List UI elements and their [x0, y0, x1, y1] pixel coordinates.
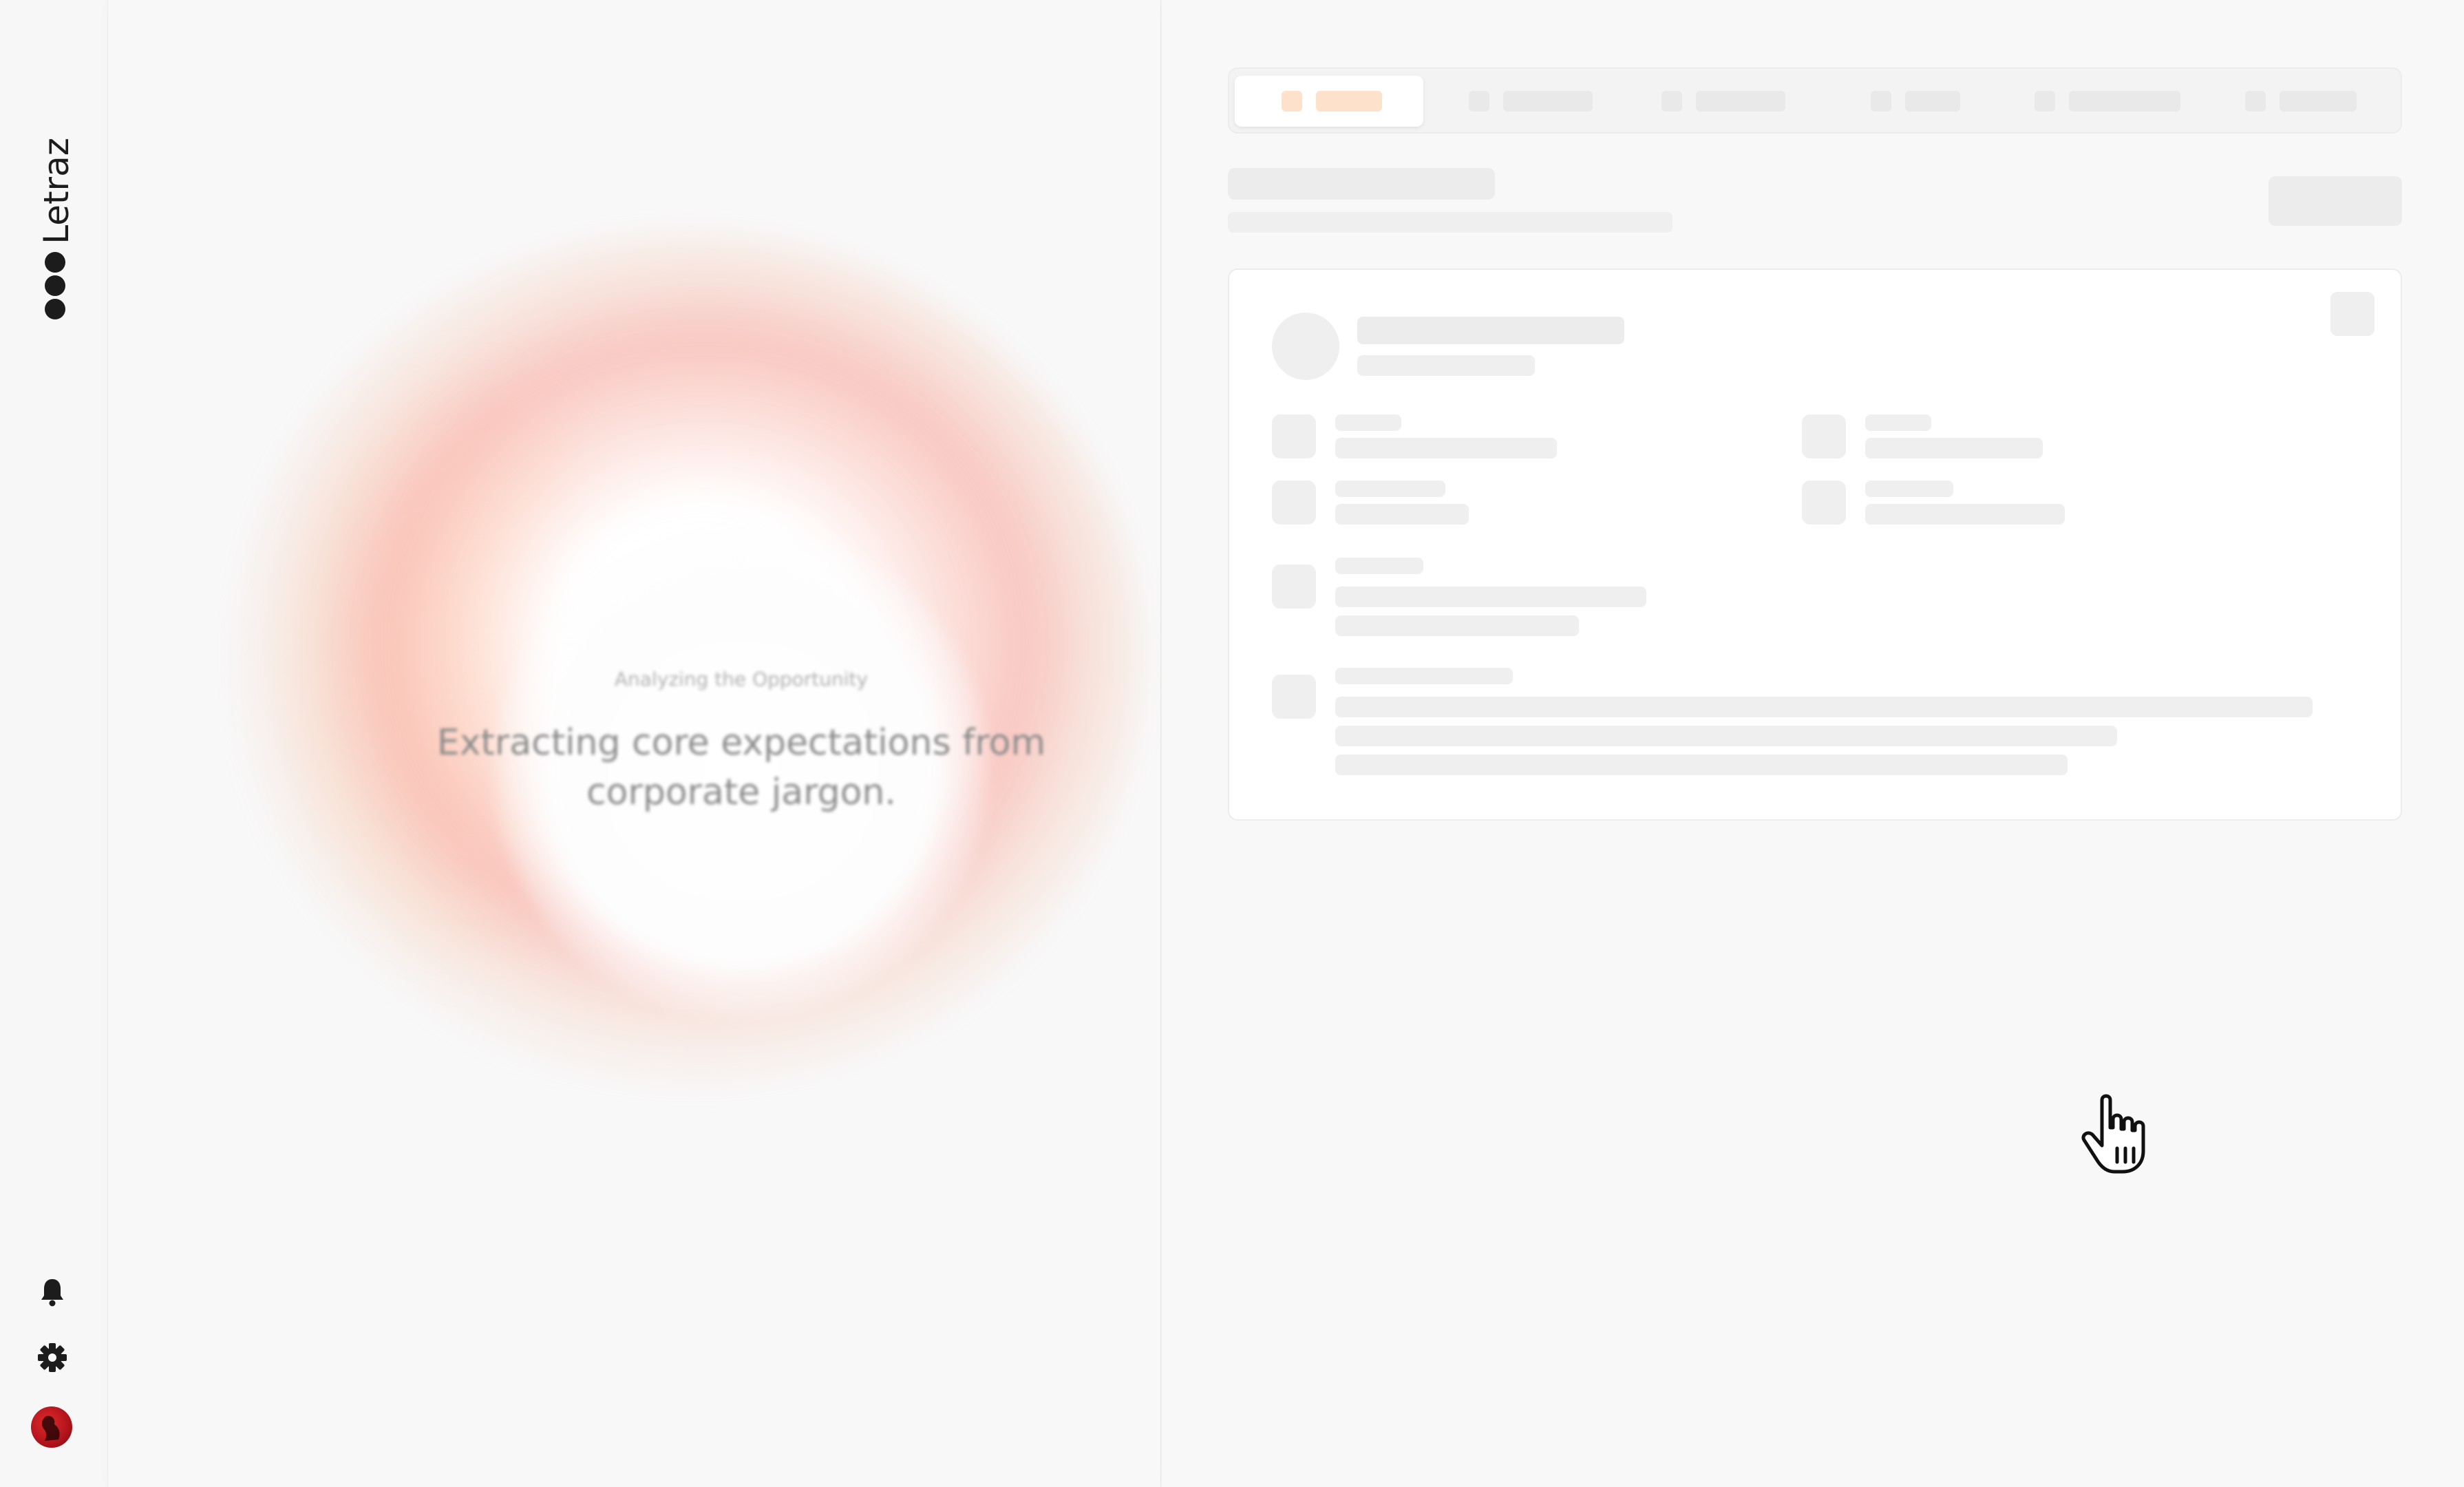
- section-line-skeleton: [1335, 615, 1579, 636]
- tab-skeleton-3[interactable]: [1661, 76, 1785, 127]
- hand-cursor-icon: [2081, 1094, 2145, 1174]
- card-title-skeleton: [1357, 317, 1624, 344]
- field-value-skeleton: [1335, 504, 1469, 525]
- app-root: Letraz Analyzing the Opportunity Extract…: [0, 0, 2464, 1487]
- section-label-skeleton: [1335, 558, 1423, 574]
- section-line-skeleton: [1335, 726, 2117, 746]
- page-title-skeleton: [1228, 168, 1495, 200]
- field-value-skeleton: [1335, 438, 1557, 458]
- card-subtitle-skeleton: [1357, 355, 1535, 376]
- section-icon-skeleton: [1272, 565, 1316, 609]
- field-label-skeleton: [1865, 414, 1931, 431]
- loader-message: Extracting core expectations from corpor…: [436, 722, 1046, 813]
- card-menu-skeleton[interactable]: [2330, 292, 2375, 336]
- page-subtitle-skeleton: [1228, 212, 1672, 233]
- brand-dots-icon: [45, 252, 67, 319]
- left-rail: Letraz: [0, 0, 108, 1487]
- bell-icon[interactable]: [34, 1274, 70, 1309]
- section-line-skeleton: [1335, 587, 1646, 607]
- detail-card-skeleton: [1228, 268, 2402, 821]
- section-label-skeleton: [1335, 668, 1513, 684]
- field-icon-skeleton: [1272, 481, 1316, 525]
- tab-skeleton-6[interactable]: [2245, 76, 2357, 127]
- brand-name: Letraz: [36, 137, 76, 244]
- field-icon-skeleton: [1802, 414, 1846, 458]
- section-line-skeleton: [1335, 697, 2313, 717]
- tab-bar: [1228, 67, 2402, 134]
- user-avatar[interactable]: [31, 1406, 72, 1448]
- tab-skeleton-1[interactable]: [1235, 76, 1423, 127]
- field-label-skeleton: [1335, 481, 1445, 497]
- tab-skeleton-5[interactable]: [2035, 76, 2180, 127]
- action-button-skeleton[interactable]: [2269, 176, 2402, 226]
- tab-skeleton-2[interactable]: [1469, 76, 1593, 127]
- loader-panel: Analyzing the Opportunity Extracting cor…: [108, 0, 1161, 1487]
- field-icon-skeleton: [1272, 414, 1316, 458]
- field-value-skeleton: [1865, 438, 2043, 458]
- field-label-skeleton: [1335, 414, 1401, 431]
- avatar-skeleton: [1272, 313, 1339, 380]
- brand-logo[interactable]: Letraz: [36, 132, 77, 249]
- field-label-skeleton: [1865, 481, 1953, 497]
- field-icon-skeleton: [1802, 481, 1846, 525]
- field-value-skeleton: [1865, 504, 2065, 525]
- loader-subtitle: Analyzing the Opportunity: [614, 668, 869, 690]
- tab-skeleton-4[interactable]: [1871, 76, 1960, 127]
- gear-icon[interactable]: [34, 1340, 70, 1375]
- loader-text: Analyzing the Opportunity Extracting cor…: [370, 668, 1113, 817]
- content-skeleton: [1162, 0, 2464, 1487]
- section-line-skeleton: [1335, 755, 2068, 775]
- section-icon-skeleton: [1272, 675, 1316, 719]
